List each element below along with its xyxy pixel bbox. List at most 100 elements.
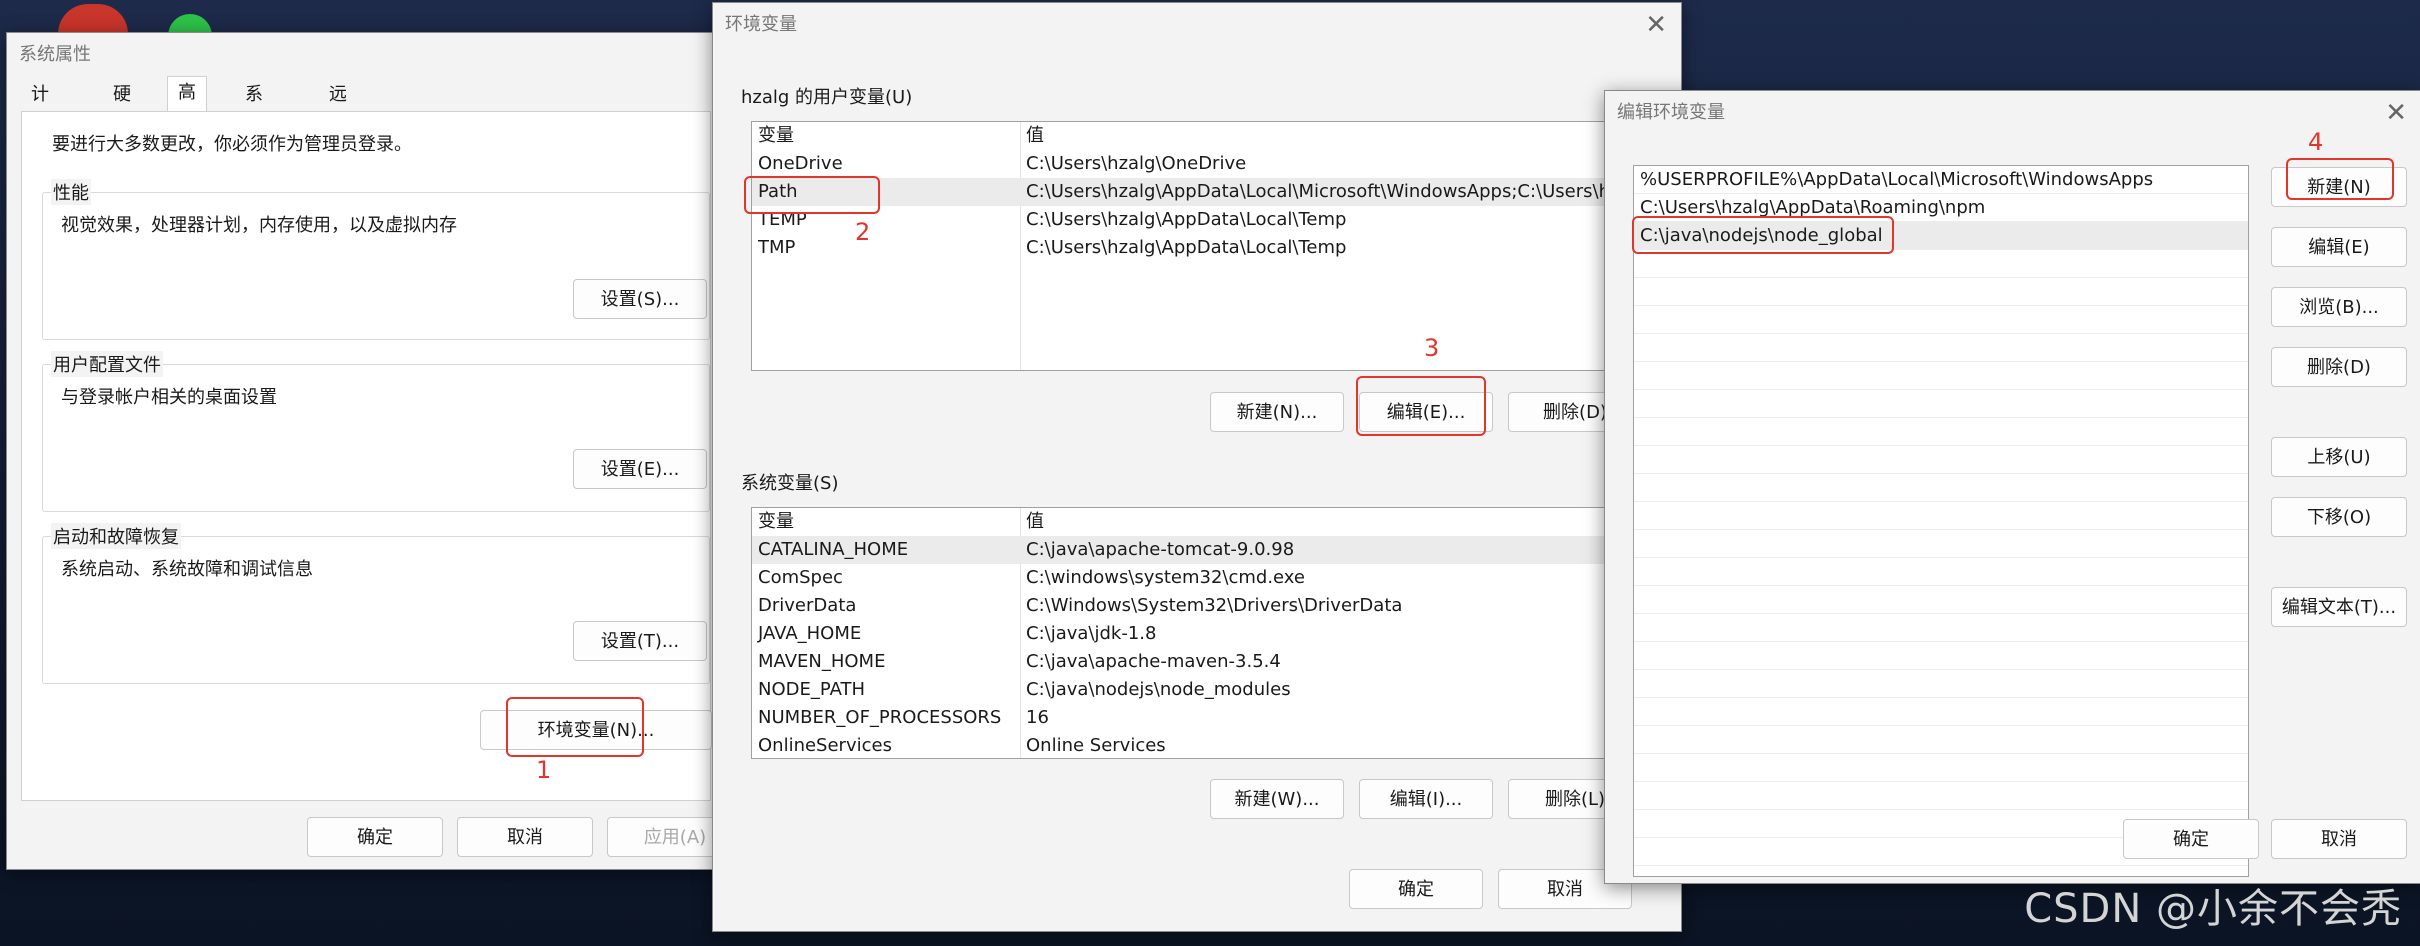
list-item[interactable]	[1634, 698, 2248, 726]
user-new-button[interactable]: 新建(N)...	[1210, 392, 1344, 432]
table-row[interactable]: JAVA_HOME C:\java\jdk-1.8	[752, 620, 1680, 648]
list-item[interactable]	[1634, 306, 2248, 334]
move-down-button[interactable]: 下移(O)	[2271, 497, 2407, 537]
annotation-box-path-row	[744, 176, 880, 214]
edit-entry-button[interactable]: 编辑(E)	[2271, 227, 2407, 267]
variable-value-cell: 16	[1026, 707, 1049, 728]
list-item[interactable]	[1634, 530, 2248, 558]
table-row[interactable]: NODE_PATH C:\java\nodejs\node_modules	[752, 676, 1680, 704]
list-item[interactable]	[1634, 754, 2248, 782]
list-item[interactable]	[1634, 446, 2248, 474]
variable-value-cell: C:\java\apache-tomcat-9.0.98	[1026, 539, 1295, 560]
path-entry-text: %USERPROFILE%\AppData\Local\Microsoft\Wi…	[1640, 169, 2154, 190]
edit-environment-variable-title: 编辑环境变量 ✕	[1605, 91, 2420, 135]
table-row[interactable]: NUMBER_OF_PROCESSORS 16	[752, 704, 1680, 732]
variable-value-cell: C:\Users\hzalg\AppData\Local\Microsoft\W…	[1026, 181, 1628, 202]
user-variables-list: 变量 值 OneDrive C:\Users\hzalg\OneDrive Path…	[751, 121, 1681, 371]
csdn-watermark: CSDN @小余不会秃	[2024, 886, 2402, 932]
user-profile-settings-button[interactable]: 设置(E)...	[573, 449, 707, 489]
path-entries-list: %USERPROFILE%\AppData\Local\Microsoft\Wi…	[1633, 165, 2249, 877]
ok-button[interactable]: 确定	[1349, 869, 1483, 909]
system-properties-title: 系统属性	[19, 44, 91, 65]
variable-name-cell: OnlineServices	[758, 735, 892, 756]
variable-value-cell: C:\Users\hzalg\AppData\Local\Temp	[1026, 237, 1347, 258]
list-item[interactable]	[1634, 250, 2248, 278]
system-edit-button[interactable]: 编辑(I)...	[1359, 779, 1493, 819]
table-row[interactable]: CATALINA_HOME C:\java\apache-tomcat-9.0.9…	[752, 536, 1680, 564]
table-row[interactable]: OnlineServices Online Services	[752, 732, 1680, 758]
performance-group: 性能 视觉效果，处理器计划，内存使用，以及虚拟内存 设置(S)...	[42, 179, 710, 340]
ok-button[interactable]: 确定	[307, 817, 443, 857]
annotation-number-3: 3	[1424, 334, 1440, 362]
list-item[interactable]	[1634, 726, 2248, 754]
system-variables-header: 变量 值	[752, 508, 1680, 536]
table-row[interactable]: TEMP C:\Users\hzalg\AppData\Local\Temp	[752, 206, 1680, 234]
browse-button[interactable]: 浏览(B)...	[2271, 287, 2407, 327]
user-profile-desc: 与登录帐户相关的桌面设置	[61, 387, 277, 408]
variable-value-cell: C:\Users\hzalg\OneDrive	[1026, 153, 1247, 174]
variable-column-header[interactable]: 变量	[758, 508, 794, 536]
system-new-button[interactable]: 新建(W)...	[1210, 779, 1344, 819]
annotation-number-2: 2	[855, 218, 871, 246]
user-variables-section-title: hzalg 的用户变量(U)	[741, 87, 913, 108]
value-column-header[interactable]: 值	[1026, 508, 1044, 536]
delete-entry-button[interactable]: 删除(D)	[2271, 347, 2407, 387]
cancel-button[interactable]: 取消	[457, 817, 593, 857]
edit-text-button[interactable]: 编辑文本(T)...	[2271, 587, 2407, 627]
variable-name-cell: NUMBER_OF_PROCESSORS	[758, 707, 1002, 728]
table-row[interactable]: TMP C:\Users\hzalg\AppData\Local\Temp	[752, 234, 1680, 262]
table-row[interactable]: ComSpec C:\windows\system32\cmd.exe	[752, 564, 1680, 592]
list-item[interactable]	[1634, 418, 2248, 446]
startup-recovery-label: 启动和故障恢复	[51, 523, 181, 549]
close-icon[interactable]: ✕	[2385, 91, 2407, 135]
tab-advanced[interactable]: 高级	[167, 76, 207, 135]
table-row[interactable]: OneDrive C:\Users\hzalg\OneDrive	[752, 150, 1680, 178]
variable-column-header[interactable]: 变量	[758, 122, 794, 150]
cancel-button[interactable]: 取消	[2271, 819, 2407, 859]
system-variables-section-title: 系统变量(S)	[741, 473, 839, 494]
list-item[interactable]	[1634, 558, 2248, 586]
startup-recovery-desc: 系统启动、系统故障和调试信息	[61, 559, 313, 580]
variable-value-cell: C:\windows\system32\cmd.exe	[1026, 567, 1305, 588]
list-item[interactable]	[1634, 670, 2248, 698]
edit-environment-variable-title-text: 编辑环境变量	[1617, 102, 1725, 123]
list-item[interactable]	[1634, 334, 2248, 362]
variable-name-cell: DriverData	[758, 595, 857, 616]
list-item[interactable]	[1634, 782, 2248, 810]
tab-remote[interactable]: 远程	[319, 79, 357, 137]
table-row[interactable]: MAVEN_HOME C:\java\apache-maven-3.5.4	[752, 648, 1680, 676]
list-item[interactable]	[1634, 278, 2248, 306]
list-item[interactable]	[1634, 474, 2248, 502]
table-row[interactable]: DriverData C:\Windows\System32\Drivers\Dr…	[752, 592, 1680, 620]
variable-name-cell: MAVEN_HOME	[758, 651, 886, 672]
variable-name-cell: JAVA_HOME	[758, 623, 862, 644]
list-item[interactable]	[1634, 502, 2248, 530]
variable-name-cell: TMP	[758, 237, 796, 258]
variable-name-cell: CATALINA_HOME	[758, 539, 909, 560]
user-profile-group: 用户配置文件 与登录帐户相关的桌面设置 设置(E)...	[42, 351, 710, 512]
list-item[interactable]	[1634, 362, 2248, 390]
environment-variables-dialog: 环境变量 ✕ hzalg 的用户变量(U) 变量 值 OneDrive C:\Us…	[712, 2, 1682, 932]
list-item[interactable]: %USERPROFILE%\AppData\Local\Microsoft\Wi…	[1634, 166, 2248, 194]
list-item[interactable]	[1634, 586, 2248, 614]
value-column-header[interactable]: 值	[1026, 122, 1044, 150]
list-item[interactable]	[1634, 642, 2248, 670]
variable-value-cell: Online Services	[1026, 735, 1166, 756]
close-icon[interactable]: ✕	[1645, 3, 1667, 47]
tab-hardware[interactable]: 硬件	[103, 79, 141, 137]
variable-value-cell: C:\Windows\System32\Drivers\DriverData	[1026, 595, 1403, 616]
tab-system-protection[interactable]: 系统保护	[235, 79, 273, 201]
table-row[interactable]: Path C:\Users\hzalg\AppData\Local\Microso…	[752, 178, 1680, 206]
variable-value-cell: C:\Users\hzalg\AppData\Local\Temp	[1026, 209, 1347, 230]
variable-value-cell: C:\java\jdk-1.8	[1026, 623, 1157, 644]
annotation-box-new-button	[2286, 158, 2394, 200]
startup-recovery-group: 启动和故障恢复 系统启动、系统故障和调试信息 设置(T)...	[42, 523, 710, 684]
move-up-button[interactable]: 上移(U)	[2271, 437, 2407, 477]
performance-settings-button[interactable]: 设置(S)...	[573, 279, 707, 319]
tab-computer-name[interactable]: 计算机名	[21, 79, 59, 201]
list-item[interactable]	[1634, 614, 2248, 642]
startup-recovery-settings-button[interactable]: 设置(T)...	[573, 621, 707, 661]
system-variables-list: 变量 值 CATALINA_HOME C:\java\apache-tomcat-…	[751, 507, 1681, 759]
ok-button[interactable]: 确定	[2123, 819, 2259, 859]
list-item[interactable]	[1634, 390, 2248, 418]
